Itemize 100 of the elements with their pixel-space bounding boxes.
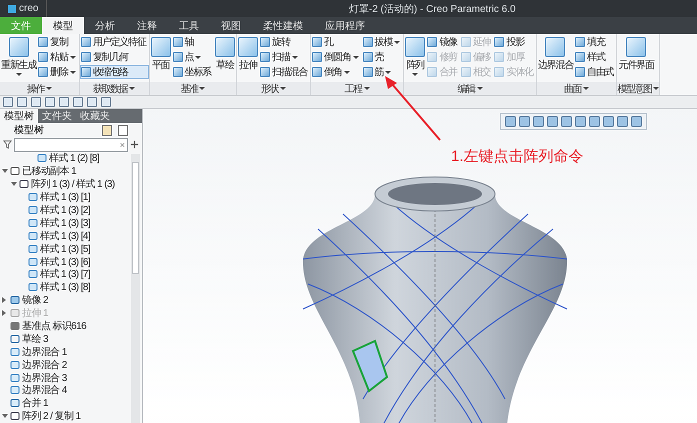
tool-icon <box>172 52 183 62</box>
search-field[interactable]: × <box>14 138 128 152</box>
ribbon-button[interactable]: 扫描 <box>259 50 310 64</box>
clear-button[interactable]: × <box>120 140 127 150</box>
tree-item[interactable]: 样式 1 (3) [3] <box>40 216 90 230</box>
ribbon-button[interactable]: 重新生成 <box>0 35 38 81</box>
ribbon-button[interactable]: 平面 <box>150 35 172 81</box>
tree-item[interactable]: 已移动副本 1 <box>22 164 76 178</box>
panel-tab[interactable]: 收藏夹 <box>76 109 114 123</box>
add-icon[interactable] <box>130 140 139 149</box>
ribbon-button[interactable]: 填充 <box>574 35 616 49</box>
tool-icon <box>312 37 322 47</box>
tree-item[interactable]: 边界混合 4 <box>22 383 67 398</box>
ribbon-button[interactable]: 阵列 <box>404 35 426 81</box>
ribbon-button[interactable]: 拔模 <box>362 35 404 49</box>
tool-icon <box>362 52 373 62</box>
tool-icon <box>80 67 91 77</box>
group-menu-button[interactable]: 获取数据 <box>80 82 149 95</box>
tree-item[interactable]: 边界混合 3 <box>22 370 67 385</box>
expand-arrow-icon[interactable] <box>2 297 6 304</box>
ribbon-button[interactable]: 自由式 <box>574 65 616 79</box>
tool-icon <box>215 37 236 57</box>
tool-icon <box>626 37 646 57</box>
ribbon-tab[interactable]: 应用程序 <box>314 17 376 34</box>
group-menu-button[interactable]: 曲面 <box>536 82 616 95</box>
tree-item[interactable]: 样式 1 (3) [8] <box>40 280 90 294</box>
tree-item[interactable]: 合并 1 <box>22 396 48 410</box>
tool-icon <box>545 37 566 57</box>
tool-icon <box>150 37 171 57</box>
caret-icon <box>412 73 418 76</box>
group-menu-button[interactable]: 基准 <box>150 82 236 95</box>
panel-tab[interactable]: 文件夹 <box>38 109 76 123</box>
ribbon-button[interactable]: 元件界面 <box>617 35 655 81</box>
tree-item[interactable]: 边界混合 2 <box>22 358 67 372</box>
tree-item[interactable]: 镜像 2 <box>22 293 48 308</box>
tree-item[interactable]: 样式 1 (3) [5] <box>40 242 90 256</box>
ribbon-button[interactable]: 孔 <box>311 35 362 49</box>
ribbon-button[interactable]: 复制几何 <box>80 50 149 64</box>
ribbon-button[interactable]: 边界混合 <box>536 35 574 81</box>
tree-item[interactable]: 阵列 1 (3) / 样式 1 (3) <box>31 177 115 192</box>
tool-icon <box>460 52 471 62</box>
window-title: 灯罩-2 (活动的) - Creo Parametric 6.0 <box>348 2 517 16</box>
tool-icon <box>427 37 438 47</box>
panel-title: 模型树 <box>14 124 45 137</box>
group-menu-button[interactable]: 形状 <box>237 82 310 95</box>
tool-icon <box>172 37 183 47</box>
ribbon-button[interactable]: 样式 <box>574 50 616 64</box>
tool-icon <box>427 52 438 62</box>
ribbon-tab[interactable]: 分析 <box>84 17 126 34</box>
ribbon-button[interactable]: 坐标系 <box>172 65 214 79</box>
ribbon-button[interactable]: 拉伸 <box>237 35 260 81</box>
ribbon-tab[interactable]: 模型 <box>42 17 84 34</box>
tree-item[interactable]: 样式 1 (3) [2] <box>40 203 90 218</box>
ribbon-button[interactable]: 筋 <box>362 65 404 79</box>
filter-icon[interactable] <box>3 140 12 149</box>
caret-icon <box>70 56 76 58</box>
tree-item[interactable]: 阵列 2 / 复制 1 <box>22 409 80 423</box>
tree-item[interactable]: 样式 1 (3) [6] <box>40 254 90 269</box>
panel-tab[interactable]: 模型树 <box>0 109 38 123</box>
ribbon-button[interactable]: 用户定义特征 <box>80 35 149 49</box>
tool-icon <box>312 52 322 62</box>
tree-item[interactable]: 样式 1 (3) [1] <box>40 190 90 204</box>
tree-item[interactable]: 基准点 标识616 <box>22 319 86 334</box>
ribbon-button[interactable]: 收缩包络 <box>80 65 149 79</box>
ribbon-button[interactable]: 删除 <box>37 65 79 79</box>
ribbon-button[interactable]: 点 <box>172 50 214 64</box>
ribbon-button[interactable]: 扫描混合 <box>259 65 310 79</box>
ribbon-button[interactable]: 草绘 <box>214 35 236 81</box>
ribbon-tab[interactable]: 视图 <box>210 17 252 34</box>
scrollbar[interactable] <box>131 154 140 423</box>
ribbon-button[interactable]: 旋转 <box>259 35 310 49</box>
tool-icon <box>260 37 270 47</box>
tree-item[interactable]: 草绘 3 <box>22 332 48 346</box>
ribbon-button[interactable]: 壳 <box>362 50 404 64</box>
tree-item[interactable]: 边界混合 1 <box>22 344 67 359</box>
tool-icon <box>260 67 270 77</box>
group-menu-button[interactable]: 工程 <box>311 82 404 95</box>
tree-item[interactable]: 样式 1 (3) [7] <box>40 267 90 282</box>
ribbon-button[interactable]: 投影 <box>493 35 536 49</box>
group-menu-button[interactable]: 编辑 <box>404 82 536 95</box>
ribbon-button[interactable]: 粘贴 <box>37 50 79 64</box>
ribbon-tab[interactable]: 柔性建模 <box>252 17 314 34</box>
ribbon-button[interactable]: 轴 <box>172 35 214 49</box>
caret-icon <box>292 56 298 58</box>
caret-icon <box>195 56 202 58</box>
ribbon-button[interactable]: 倒圆角 <box>311 50 362 64</box>
ribbon-button[interactable]: 倒角 <box>311 65 362 79</box>
ribbon-tab[interactable]: 工具 <box>168 17 210 34</box>
caret-icon <box>70 70 76 74</box>
tool-icon <box>494 37 504 47</box>
group-menu-button[interactable]: 操作 <box>0 82 79 95</box>
caret-icon <box>344 70 350 74</box>
tool-icon <box>575 52 586 62</box>
ribbon-button[interactable]: 复制 <box>37 35 79 49</box>
ribbon-button[interactable]: 镜像 <box>426 35 460 49</box>
group-menu-button[interactable]: 模型意图 <box>617 82 660 95</box>
tool-icon <box>38 52 48 62</box>
tree-item[interactable]: 样式 1 (2) [8] <box>49 152 100 166</box>
tree-item[interactable]: 样式 1 (3) [4] <box>40 228 90 243</box>
ribbon-tab[interactable]: 注释 <box>126 17 168 34</box>
